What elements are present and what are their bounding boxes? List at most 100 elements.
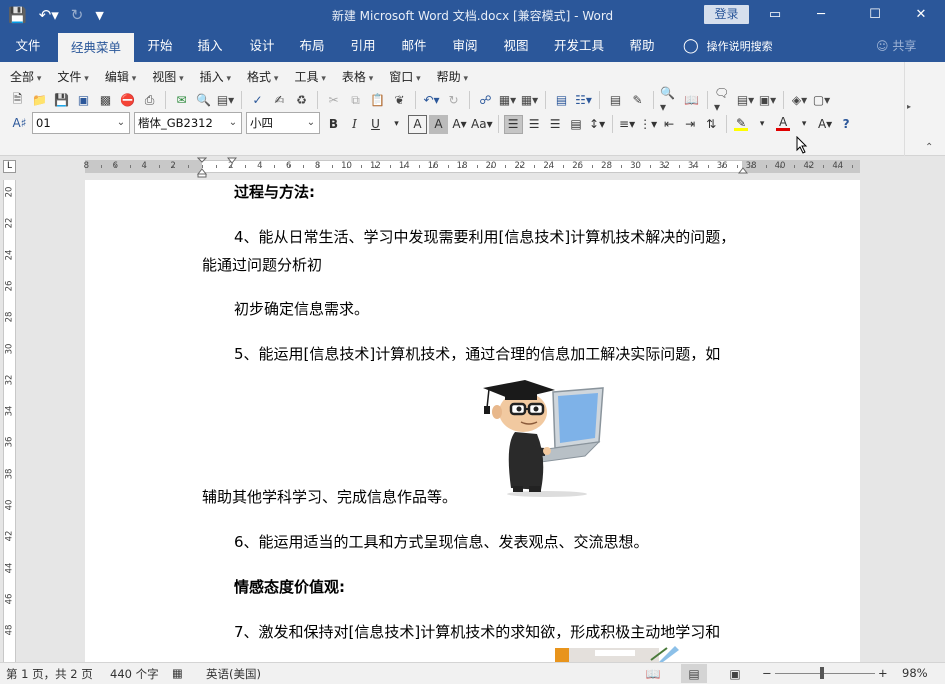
- permission-icon[interactable]: ⛔: [118, 91, 137, 110]
- zoom-level[interactable]: 98%: [902, 666, 928, 680]
- bullets-icon[interactable]: ⋮▾: [639, 115, 658, 134]
- partial-image[interactable]: [555, 642, 685, 662]
- save-as-icon[interactable]: ▣: [74, 91, 93, 110]
- numbering-icon[interactable]: ≡▾: [618, 115, 637, 134]
- character-border-icon[interactable]: A: [408, 114, 427, 134]
- line-spacing-icon[interactable]: ↕▾: [588, 115, 607, 134]
- ribbon-display-options-icon[interactable]: ▭: [752, 0, 798, 30]
- columns-icon[interactable]: ☷▾: [574, 91, 593, 110]
- cut-icon[interactable]: ✂: [324, 91, 343, 110]
- zoom-in-button[interactable]: +: [878, 666, 888, 680]
- underline-button[interactable]: U: [366, 115, 385, 134]
- menu-file[interactable]: 文件: [47, 68, 94, 86]
- tab-references[interactable]: 引用: [341, 30, 385, 62]
- tab-help[interactable]: 帮助: [620, 30, 664, 62]
- graduate-laptop-image[interactable]: [475, 378, 605, 500]
- clear-format-icon[interactable]: ◈▾: [790, 91, 809, 110]
- arrange-icon[interactable]: ▣▾: [758, 91, 777, 110]
- language-indicator[interactable]: 英语(美国): [206, 666, 261, 682]
- right-indent-marker[interactable]: [738, 162, 748, 174]
- hyperlink-icon[interactable]: ☍: [476, 91, 495, 110]
- page-count[interactable]: 第 1 页，共 2 页: [6, 666, 93, 682]
- find-icon[interactable]: 🔍▾: [660, 86, 679, 114]
- preview-icon[interactable]: 🔍: [194, 91, 213, 110]
- paste-icon[interactable]: 📋: [368, 91, 387, 110]
- print-preview-icon[interactable]: ▩: [96, 91, 115, 110]
- tab-file[interactable]: 文件: [4, 30, 52, 62]
- chevron-down-icon[interactable]: ⌄: [303, 113, 319, 133]
- first-line-indent-marker[interactable]: [227, 156, 237, 166]
- reading-mode-icon[interactable]: 📖: [682, 91, 701, 110]
- menu-format[interactable]: 格式: [237, 68, 284, 86]
- font-color-dropdown-icon[interactable]: ▾: [795, 115, 814, 134]
- decrease-indent-icon[interactable]: ⇤: [660, 115, 679, 134]
- menu-help[interactable]: 帮助: [427, 68, 474, 86]
- translate-icon[interactable]: ♻: [292, 91, 311, 110]
- chevron-down-icon[interactable]: ⌄: [113, 113, 129, 133]
- align-center-icon[interactable]: ☰: [525, 115, 544, 134]
- email-icon[interactable]: ✉: [172, 91, 191, 110]
- print-layout-view-icon[interactable]: ▤: [681, 664, 707, 683]
- text-box-icon[interactable]: ▢▾: [812, 91, 831, 110]
- insert-excel-icon[interactable]: ▤: [552, 91, 571, 110]
- font-size-combo[interactable]: 小四 ⌄: [246, 112, 320, 134]
- menu-edit[interactable]: 编辑: [95, 68, 142, 86]
- collapse-ribbon-icon[interactable]: ⌃: [925, 142, 933, 153]
- read-mode-icon[interactable]: 📖: [640, 664, 666, 683]
- align-right-icon[interactable]: ☰: [546, 115, 565, 134]
- zoom-slider-thumb[interactable]: [820, 667, 824, 679]
- redo-icon[interactable]: ↻: [444, 91, 463, 110]
- insert-table-icon[interactable]: ▦▾: [520, 91, 539, 110]
- undo-icon[interactable]: ↶▾: [422, 91, 441, 110]
- tab-layout[interactable]: 布局: [290, 30, 334, 62]
- align-left-icon[interactable]: ☰: [503, 114, 523, 134]
- research-icon[interactable]: ✍: [270, 91, 289, 110]
- tab-selector[interactable]: L: [3, 160, 16, 173]
- format-painter-icon[interactable]: ❦: [390, 91, 409, 110]
- menu-window[interactable]: 窗口: [379, 68, 426, 86]
- share-button[interactable]: ☺ 共享: [876, 30, 916, 62]
- highlight-dropdown-icon[interactable]: ▾: [753, 115, 772, 134]
- vertical-ruler[interactable]: 20 22 24 26 28 30 32 34 36 38 40 42 44 46 48: [3, 180, 16, 662]
- bold-button[interactable]: B: [324, 115, 343, 134]
- style-combo[interactable]: 01 ⌄: [32, 112, 130, 134]
- styles-icon[interactable]: A♯: [10, 113, 29, 132]
- proofing-icon[interactable]: ▦: [172, 666, 183, 680]
- comment-icon[interactable]: 🗨▾: [714, 86, 733, 114]
- web-layout-icon[interactable]: ▣: [722, 664, 748, 683]
- tab-mailings[interactable]: 邮件: [392, 30, 436, 62]
- spelling-icon[interactable]: ✓: [248, 91, 267, 110]
- open-folder-icon[interactable]: 📁: [30, 91, 49, 110]
- track-changes-icon[interactable]: ▤▾: [736, 91, 755, 110]
- chevron-down-icon[interactable]: ⌄: [225, 113, 241, 133]
- help-icon[interactable]: ?: [837, 115, 856, 134]
- drawing-icon[interactable]: ✎: [628, 91, 647, 110]
- tab-home[interactable]: 开始: [138, 30, 182, 62]
- change-case-button[interactable]: Aa ▾: [471, 115, 493, 134]
- menu-tools[interactable]: 工具: [284, 68, 331, 86]
- document-page[interactable]: 过程与方法: 4、能从日常生活、学习中发现需要利用[信息技术]计算机技术解决的问…: [85, 180, 860, 662]
- tab-developer[interactable]: 开发工具: [548, 30, 610, 62]
- italic-button[interactable]: I: [345, 115, 364, 134]
- styles-pane-icon[interactable]: A▾: [816, 115, 835, 134]
- tab-insert[interactable]: 插入: [188, 30, 232, 62]
- document-map-icon[interactable]: ▤: [606, 91, 625, 110]
- chevron-right-icon[interactable]: ▸: [907, 102, 911, 111]
- sort-icon[interactable]: ⇅: [702, 115, 721, 134]
- character-shading-icon[interactable]: A: [429, 114, 448, 134]
- login-button[interactable]: 登录: [704, 5, 749, 24]
- tell-me-search[interactable]: ◯ 操作说明搜索: [683, 30, 773, 62]
- minimize-button[interactable]: ─: [798, 0, 844, 30]
- menu-view[interactable]: 视图: [142, 68, 189, 86]
- indent-marker[interactable]: [197, 156, 207, 178]
- underline-dropdown-icon[interactable]: ▾: [387, 115, 406, 134]
- highlight-icon[interactable]: ✎: [732, 115, 751, 134]
- word-count[interactable]: 440 个字: [110, 666, 159, 682]
- maximize-button[interactable]: ☐: [852, 0, 898, 30]
- zoom-out-button[interactable]: −: [762, 666, 772, 680]
- zoom-slider-track[interactable]: [775, 673, 875, 674]
- text-effects-icon[interactable]: A▾: [450, 115, 469, 134]
- tab-view[interactable]: 视图: [494, 30, 538, 62]
- new-document-icon[interactable]: 🗎: [8, 91, 27, 110]
- copy-icon[interactable]: ⧉: [346, 91, 365, 110]
